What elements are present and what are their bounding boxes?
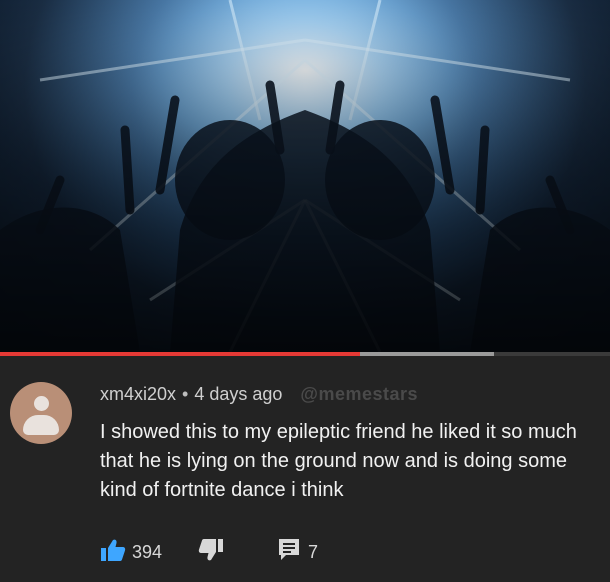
avatar-head bbox=[34, 396, 49, 411]
comment-timestamp[interactable]: 4 days ago bbox=[194, 384, 282, 404]
comment-actions: 394 7 bbox=[100, 538, 319, 567]
comment-author[interactable]: xm4xi20x bbox=[100, 384, 176, 404]
default-avatar-icon[interactable] bbox=[10, 382, 72, 444]
concert-scene-image bbox=[0, 0, 610, 352]
like-count: 394 bbox=[132, 541, 163, 562]
comment-meta: xm4xi20x • 4 days ago @memestars bbox=[100, 384, 418, 405]
thumbs-up-icon[interactable] bbox=[100, 538, 126, 567]
comment-icon[interactable] bbox=[278, 538, 300, 567]
meta-separator: • bbox=[182, 384, 189, 404]
screenshot-frame: xm4xi20x • 4 days ago @memestars I showed t… bbox=[0, 0, 610, 582]
avatar-body bbox=[23, 415, 59, 435]
reply-count: 7 bbox=[308, 541, 319, 562]
comment-card: xm4xi20x • 4 days ago @memestars I showed t… bbox=[0, 356, 610, 582]
thumbs-down-icon[interactable] bbox=[198, 538, 224, 567]
watermark-text: @memestars bbox=[300, 384, 419, 404]
comment-body: I showed this to my epileptic friend he … bbox=[100, 421, 577, 501]
video-thumbnail[interactable] bbox=[0, 0, 610, 352]
